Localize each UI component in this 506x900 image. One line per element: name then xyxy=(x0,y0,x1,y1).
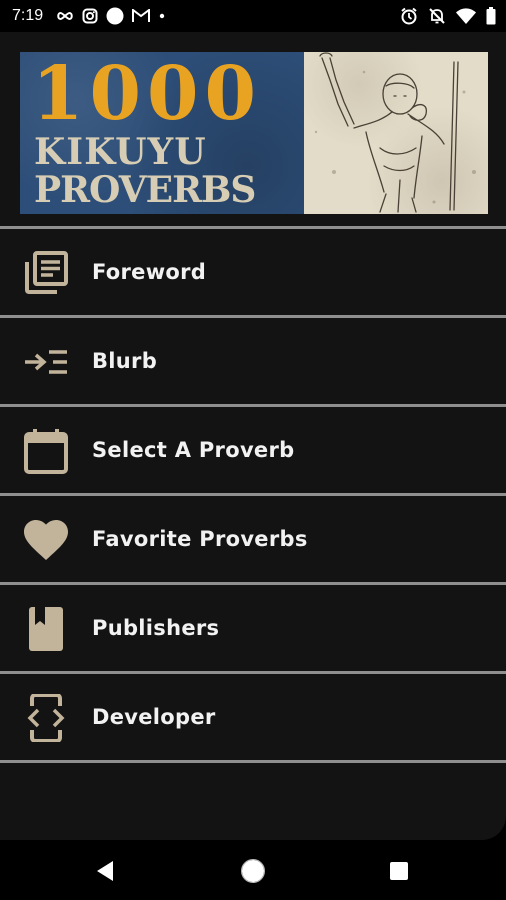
status-left-icons xyxy=(56,6,166,26)
home-icon[interactable] xyxy=(238,856,268,886)
banner-illustration xyxy=(304,52,488,214)
wifi-icon xyxy=(456,8,476,24)
book-bookmark-icon xyxy=(22,605,70,653)
menu-label-select-a-proverb: Select A Proverb xyxy=(92,438,295,462)
status-right-icons xyxy=(400,6,496,26)
notifications-off-icon xyxy=(428,7,446,25)
navigation-drawer: 1000 KIKUYU PROVERBS Foreword Blurb Sele… xyxy=(0,32,506,840)
banner-number: 1000 xyxy=(32,52,262,137)
menu-item-select-a-proverb[interactable]: Select A Proverb xyxy=(0,407,506,493)
menu-label-publishers: Publishers xyxy=(92,616,220,640)
banner-title-line1: KIKUYU xyxy=(34,131,207,173)
status-bar: 7:19 xyxy=(0,0,506,32)
drawer-menu: Foreword Blurb Select A Proverb Favorite… xyxy=(0,226,506,763)
menu-item-favorite-proverbs[interactable]: Favorite Proverbs xyxy=(0,496,506,582)
system-nav-bar xyxy=(0,840,506,900)
battery-icon xyxy=(486,7,496,25)
elder-sketch-illustration xyxy=(314,52,476,213)
status-time: 7:19 xyxy=(12,7,44,24)
gmail-icon xyxy=(132,9,150,23)
menu-label-blurb: Blurb xyxy=(92,349,158,373)
menu-item-developer[interactable]: Developer xyxy=(0,674,506,760)
banner-title-line2: PROVERBS xyxy=(34,169,256,211)
instagram-icon xyxy=(82,8,98,24)
banner-title-panel: 1000 KIKUYU PROVERBS xyxy=(20,52,304,214)
heart-icon xyxy=(22,516,70,564)
app-banner: 1000 KIKUYU PROVERBS xyxy=(20,52,488,214)
menu-item-foreword[interactable]: Foreword xyxy=(0,229,506,315)
menu-item-publishers[interactable]: Publishers xyxy=(0,585,506,671)
menu-divider xyxy=(0,760,506,763)
library-books-icon xyxy=(22,249,70,297)
infinity-icon xyxy=(56,10,74,22)
menu-label-developer: Developer xyxy=(92,705,216,729)
developer-mode-icon xyxy=(22,694,70,742)
menu-item-blurb[interactable]: Blurb xyxy=(0,318,506,404)
indent-arrow-icon xyxy=(22,338,70,386)
dot-icon xyxy=(158,12,166,20)
recents-icon[interactable] xyxy=(384,856,414,886)
menu-label-foreword: Foreword xyxy=(92,260,207,284)
circle-icon xyxy=(106,7,124,25)
alarm-icon xyxy=(400,7,418,25)
back-icon[interactable] xyxy=(90,856,120,886)
calendar-icon xyxy=(22,427,70,475)
menu-label-favorite-proverbs: Favorite Proverbs xyxy=(92,527,308,551)
